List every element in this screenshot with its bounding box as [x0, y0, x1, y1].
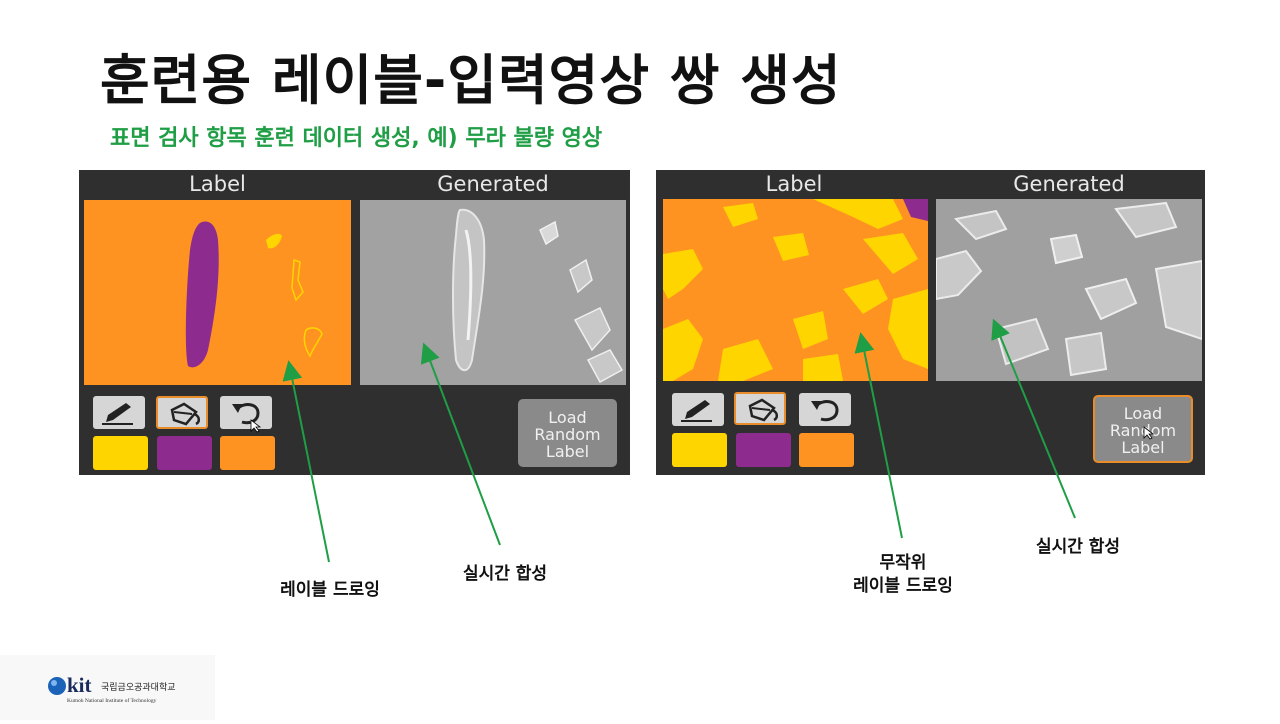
svg-text:Kumoh National Institute of Te: Kumoh National Institute of Technology — [67, 697, 157, 704]
annotation-label-drawing: 레이블 드로잉 — [280, 580, 380, 600]
annotation-realtime-synthesis: 실시간 합성 — [1035, 537, 1121, 557]
kit-logo: kit 국립금오공과대학교 Kumoh National Institute o… — [0, 655, 215, 720]
svg-text:kit: kit — [67, 673, 92, 697]
annotation-random-line-1: 무작위 — [879, 553, 927, 573]
kit-logo-graphic: kit 국립금오공과대학교 Kumoh National Institute o… — [48, 673, 176, 704]
annotation-arrows — [282, 318, 1076, 563]
annotation-random-line-2: 레이블 드로잉 — [853, 576, 953, 596]
annotation-realtime-synthesis: 실시간 합성 — [462, 564, 548, 584]
svg-text:국립금오공과대학교: 국립금오공과대학교 — [101, 682, 176, 693]
